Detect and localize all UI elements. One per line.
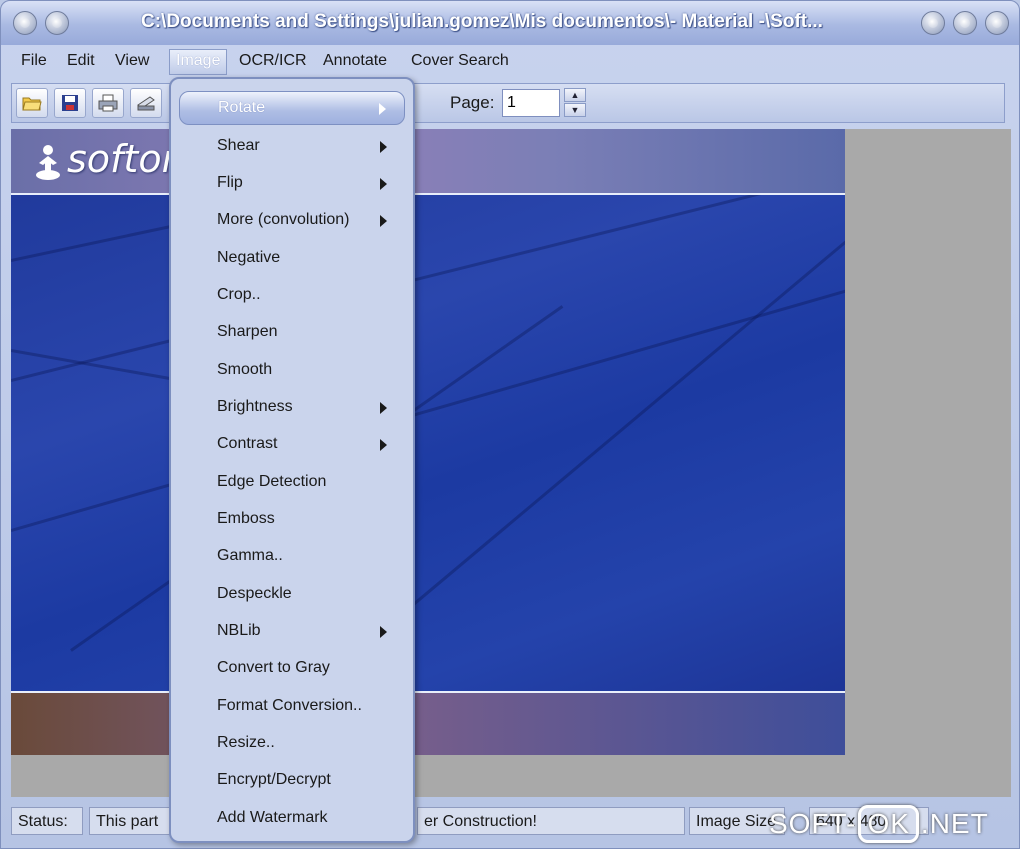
- app-window: C:\Documents and Settings\julian.gomez\M…: [0, 0, 1020, 849]
- document-viewer[interactable]: softon: [11, 129, 1011, 797]
- menu-item-label: Resize..: [217, 734, 275, 751]
- menu-item-despeckle[interactable]: Despeckle: [179, 577, 405, 611]
- menu-item-label: Shear: [217, 137, 260, 154]
- save-icon[interactable]: [54, 88, 86, 118]
- submenu-arrow-icon: [380, 141, 387, 153]
- print-icon[interactable]: [92, 88, 124, 118]
- page-label: Page:: [450, 93, 495, 112]
- menu-cover-search[interactable]: Cover Search: [405, 49, 515, 73]
- menu-annotate[interactable]: Annotate: [317, 49, 393, 73]
- menu-item-label: Encrypt/Decrypt: [217, 771, 331, 788]
- menu-file[interactable]: File: [15, 49, 53, 73]
- submenu-arrow-icon: [380, 402, 387, 414]
- menu-item-convert-to-gray[interactable]: Convert to Gray: [179, 651, 405, 685]
- submenu-arrow-icon: [380, 439, 387, 451]
- image-menu-dropdown: Rotate Shear Flip More (convolution) Neg…: [169, 77, 415, 843]
- rollup-icon[interactable]: [45, 11, 69, 35]
- menu-item-label: Convert to Gray: [217, 659, 330, 676]
- menu-item-label: Negative: [217, 249, 281, 266]
- menu-item-label: Smooth: [217, 361, 273, 378]
- menu-item-contrast[interactable]: Contrast: [179, 427, 405, 461]
- submenu-arrow-icon: [380, 178, 387, 190]
- watermark-prefix: SOFT-: [769, 808, 857, 839]
- menu-item-smooth[interactable]: Smooth: [179, 353, 405, 387]
- menu-item-label: Format Conversion..: [217, 697, 362, 714]
- menu-item-gamma[interactable]: Gamma..: [179, 539, 405, 573]
- menu-bar: File Edit View Image OCR/ICR Annotate Co…: [11, 47, 1011, 75]
- menu-item-encrypt-decrypt[interactable]: Encrypt/Decrypt: [179, 763, 405, 797]
- menu-image[interactable]: Image: [169, 49, 228, 75]
- menu-item-more-convolution[interactable]: More (convolution): [179, 203, 405, 237]
- status-message-right: er Construction!: [417, 807, 685, 835]
- menu-item-flip[interactable]: Flip: [179, 166, 405, 200]
- menu-item-label: Rotate: [218, 99, 266, 116]
- submenu-arrow-icon: [379, 103, 386, 115]
- toolbar: Page: 1 ▲ ▼: [11, 83, 1005, 123]
- menu-view[interactable]: View: [109, 49, 155, 73]
- menu-item-label: Crop..: [217, 286, 261, 303]
- page-down-icon[interactable]: ▼: [564, 103, 586, 117]
- open-folder-icon[interactable]: [16, 88, 48, 118]
- menu-item-negative[interactable]: Negative: [179, 241, 405, 275]
- menu-item-label: Sharpen: [217, 323, 278, 340]
- menu-item-label: Contrast: [217, 435, 278, 452]
- watermark-suffix: .NET: [920, 808, 989, 839]
- menu-item-rotate[interactable]: Rotate: [179, 91, 405, 125]
- window-menu-icon[interactable]: [13, 11, 37, 35]
- menu-item-label: Add Watermark: [217, 809, 328, 826]
- watermark-boxed: OK: [858, 805, 919, 843]
- softonic-figure-icon: [36, 145, 60, 180]
- menu-item-label: Emboss: [217, 510, 275, 527]
- submenu-arrow-icon: [380, 215, 387, 227]
- menu-item-label: Brightness: [217, 398, 293, 415]
- menu-item-label: More (convolution): [217, 211, 350, 228]
- menu-edit[interactable]: Edit: [61, 49, 101, 73]
- menu-item-sharpen[interactable]: Sharpen: [179, 315, 405, 349]
- minimize-icon[interactable]: [921, 11, 945, 35]
- document-image: softon: [11, 129, 845, 755]
- menu-item-label: NBLib: [217, 622, 261, 639]
- page-number-input[interactable]: 1: [502, 89, 560, 117]
- maximize-icon[interactable]: [953, 11, 977, 35]
- menu-item-label: Flip: [217, 174, 243, 191]
- window-title: C:\Documents and Settings\julian.gomez\M…: [141, 11, 823, 32]
- close-icon[interactable]: [985, 11, 1009, 35]
- menu-item-emboss[interactable]: Emboss: [179, 502, 405, 536]
- menu-item-nblib[interactable]: NBLib: [179, 614, 405, 648]
- image-footer-band: [11, 691, 845, 755]
- submenu-arrow-icon: [380, 626, 387, 638]
- status-label: Status:: [11, 807, 83, 835]
- softonic-logo: softon: [67, 137, 186, 181]
- scan-icon[interactable]: [130, 88, 162, 118]
- menu-item-label: Edge Detection: [217, 473, 327, 490]
- title-bar[interactable]: C:\Documents and Settings\julian.gomez\M…: [1, 1, 1019, 45]
- menu-item-label: Gamma..: [217, 547, 283, 564]
- menu-item-add-watermark[interactable]: Add Watermark: [179, 801, 405, 835]
- menu-item-format-conversion[interactable]: Format Conversion..: [179, 689, 405, 723]
- menu-item-brightness[interactable]: Brightness: [179, 390, 405, 424]
- watermark-logo: SOFT- OK .NET: [769, 805, 989, 843]
- menu-item-crop[interactable]: Crop..: [179, 278, 405, 312]
- menu-ocr-icr[interactable]: OCR/ICR: [233, 49, 313, 73]
- menu-item-edge-detection[interactable]: Edge Detection: [179, 465, 405, 499]
- page-up-icon[interactable]: ▲: [564, 88, 586, 102]
- image-header-band: softon: [11, 129, 845, 195]
- menu-item-resize[interactable]: Resize..: [179, 726, 405, 760]
- menu-item-label: Despeckle: [217, 585, 292, 602]
- menu-item-shear[interactable]: Shear: [179, 129, 405, 163]
